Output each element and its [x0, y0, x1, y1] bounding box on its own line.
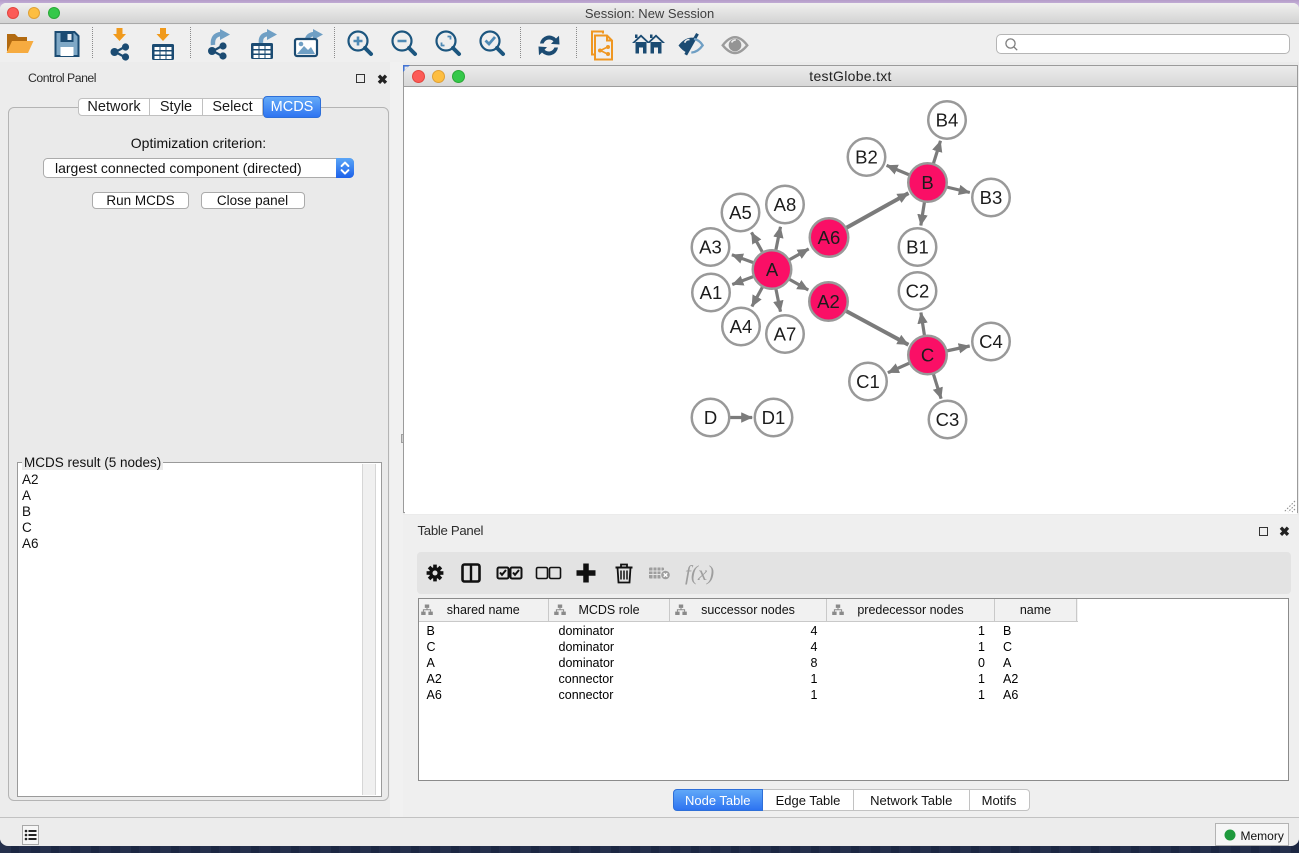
- svg-text:f(x): f(x): [685, 561, 714, 585]
- svg-text:A4: A4: [730, 316, 753, 337]
- svg-text:A: A: [766, 259, 779, 280]
- svg-text:A1: A1: [700, 282, 723, 303]
- svg-text:C3: C3: [936, 409, 960, 430]
- svg-text:B2: B2: [855, 147, 878, 168]
- svg-text:B4: B4: [936, 110, 959, 131]
- svg-text:C1: C1: [856, 371, 880, 392]
- svg-text:C4: C4: [979, 331, 1003, 352]
- svg-text:A5: A5: [729, 202, 752, 223]
- svg-text:A6: A6: [818, 227, 841, 248]
- svg-text:B1: B1: [906, 237, 929, 258]
- svg-text:D: D: [704, 407, 717, 428]
- svg-text:D1: D1: [762, 407, 786, 428]
- svg-text:A8: A8: [774, 194, 797, 215]
- svg-text:A7: A7: [774, 324, 797, 345]
- svg-text:C: C: [921, 345, 934, 366]
- svg-text:B: B: [921, 172, 933, 193]
- svg-text:A2: A2: [817, 291, 840, 312]
- svg-text:C2: C2: [906, 281, 930, 302]
- svg-text:B3: B3: [980, 187, 1003, 208]
- svg-text:A3: A3: [699, 237, 722, 258]
